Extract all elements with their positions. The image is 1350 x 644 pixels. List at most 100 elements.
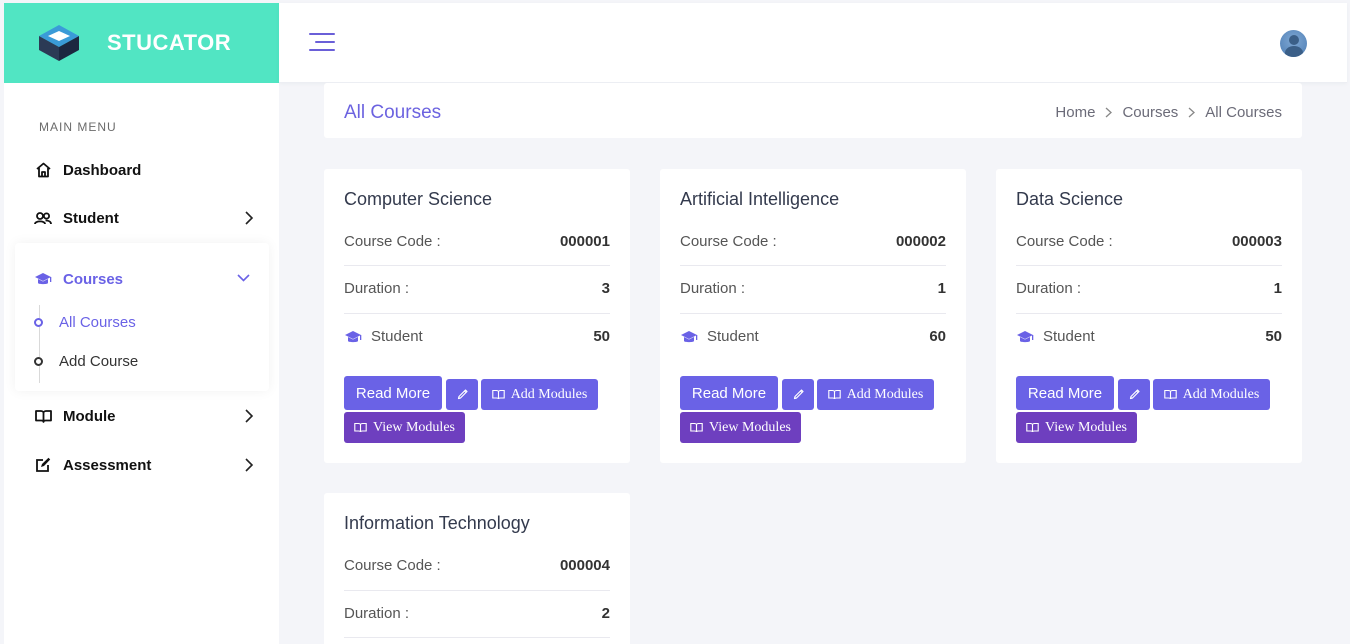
button-label: Add Modules — [1182, 386, 1260, 402]
duration-value: 3 — [601, 280, 610, 297]
course-code-value: 000002 — [895, 233, 946, 250]
submenu-label: All Courses — [59, 313, 136, 331]
dot-icon — [34, 356, 43, 366]
edit-course-button[interactable] — [1118, 379, 1150, 410]
users-icon — [34, 209, 52, 227]
course-title: Information Technology — [344, 513, 530, 533]
course-code-label: Course Code : — [344, 557, 441, 574]
duration-value: 2 — [601, 605, 610, 622]
book-icon — [690, 422, 703, 433]
course-title: Artificial Intelligence — [680, 189, 840, 209]
student-row: Student 60 — [680, 313, 946, 360]
menu-title: MAIN MENU — [39, 120, 117, 134]
page-title: All Courses — [344, 102, 442, 123]
course-card: Data Science Course Code : 000003 Durati… — [996, 169, 1302, 463]
sidebar-item-label: Courses — [63, 270, 124, 288]
breadcrumb: Home Courses All Courses — [1055, 104, 1282, 121]
course-code-value: 000003 — [1231, 233, 1282, 250]
course-code-label: Course Code : — [344, 233, 441, 250]
edit-course-button[interactable] — [782, 379, 814, 410]
course-code-row: Course Code : 000001 — [344, 218, 610, 265]
duration-value: 1 — [937, 280, 946, 297]
chevron-down-icon — [237, 274, 250, 282]
chevron-right-icon — [245, 409, 254, 423]
book-icon — [1026, 422, 1039, 433]
book-icon — [491, 389, 505, 400]
graduation-cap-icon — [345, 330, 362, 342]
button-label: Add Modules — [510, 386, 588, 402]
user-avatar[interactable] — [1280, 30, 1307, 57]
student-count: 60 — [929, 328, 946, 345]
read-more-button[interactable]: Read More — [1016, 376, 1114, 410]
edit-icon — [34, 456, 52, 474]
add-modules-button[interactable]: Add Modules — [481, 379, 598, 410]
submenu-label: Add Course — [59, 352, 139, 370]
top-bar — [279, 3, 1347, 83]
chevron-right-icon — [1188, 107, 1196, 118]
graduation-cap-icon — [681, 330, 698, 342]
view-modules-button[interactable]: View Modules — [1016, 412, 1137, 443]
view-modules-button[interactable]: View Modules — [680, 412, 801, 443]
student-count: 50 — [1265, 328, 1282, 345]
book-icon — [34, 407, 52, 425]
button-label: View Modules — [709, 419, 791, 435]
duration-row: Duration : 1 — [680, 265, 946, 312]
duration-row: Duration : 1 — [1016, 265, 1282, 312]
course-title: Computer Science — [344, 189, 493, 209]
student-row: Student 50 — [1016, 313, 1282, 360]
student-label: Student — [1043, 328, 1095, 345]
student-label: Student — [371, 328, 423, 345]
course-code-value: 000001 — [559, 233, 610, 250]
pencil-icon — [457, 389, 468, 400]
sidebar-item-assessment[interactable]: Assessment — [34, 450, 254, 480]
course-card: Computer Science Course Code : 000001 Du… — [324, 169, 630, 463]
divider — [344, 637, 610, 638]
edit-course-button[interactable] — [446, 379, 478, 410]
course-card: Information Technology Course Code : 000… — [324, 493, 630, 644]
graduation-cap-icon — [1017, 330, 1034, 342]
duration-label: Duration : — [344, 280, 410, 297]
brand-name: STUCATOR — [107, 30, 232, 55]
view-modules-button[interactable]: View Modules — [344, 412, 465, 443]
button-label: View Modules — [1045, 419, 1127, 435]
duration-label: Duration : — [1016, 280, 1082, 297]
book-icon — [1163, 389, 1177, 400]
read-more-button[interactable]: Read More — [344, 376, 442, 410]
graduation-cap-icon — [34, 270, 52, 288]
sidebar-item-label: Assessment — [63, 456, 152, 474]
sidebar-item-dashboard[interactable]: Dashboard — [34, 155, 254, 185]
hamburger-icon[interactable] — [309, 30, 337, 54]
breadcrumb-courses[interactable]: Courses — [1122, 104, 1178, 121]
sidebar-item-label: Student — [63, 209, 119, 227]
chevron-right-icon — [1105, 107, 1113, 118]
read-more-button[interactable]: Read More — [680, 376, 778, 410]
add-modules-button[interactable]: Add Modules — [1153, 379, 1270, 410]
chevron-right-icon — [245, 211, 254, 225]
duration-label: Duration : — [344, 605, 410, 622]
book-icon — [354, 422, 367, 433]
home-icon — [34, 161, 52, 179]
breadcrumb-home[interactable]: Home — [1055, 104, 1095, 121]
sidebar-item-courses[interactable]: Courses — [34, 264, 254, 294]
sidebar-item-module[interactable]: Module — [34, 401, 254, 431]
button-label: Add Modules — [846, 386, 924, 402]
chevron-right-icon — [245, 458, 254, 472]
duration-value: 1 — [1273, 280, 1282, 297]
student-row: Student 50 — [344, 313, 610, 360]
sidebar-item-label: Dashboard — [63, 161, 142, 179]
course-title: Data Science — [1016, 189, 1124, 209]
button-label: View Modules — [373, 419, 455, 435]
sidebar-item-student[interactable]: Student — [34, 203, 254, 233]
book-icon — [827, 389, 841, 400]
duration-row: Duration : 3 — [344, 265, 610, 312]
submenu-all-courses[interactable]: All Courses — [34, 310, 136, 334]
course-code-label: Course Code : — [1016, 233, 1113, 250]
submenu-add-course[interactable]: Add Course — [34, 349, 138, 373]
duration-row: Duration : 2 — [344, 590, 610, 637]
brand-logo-area[interactable]: STUCATOR — [4, 3, 279, 83]
add-modules-button[interactable]: Add Modules — [817, 379, 934, 410]
sidebar: MAIN MENU Dashboard Student Courses All … — [4, 83, 279, 644]
course-code-label: Course Code : — [680, 233, 777, 250]
course-code-row: Course Code : 000004 — [344, 542, 610, 589]
breadcrumb-current: All Courses — [1205, 104, 1282, 121]
